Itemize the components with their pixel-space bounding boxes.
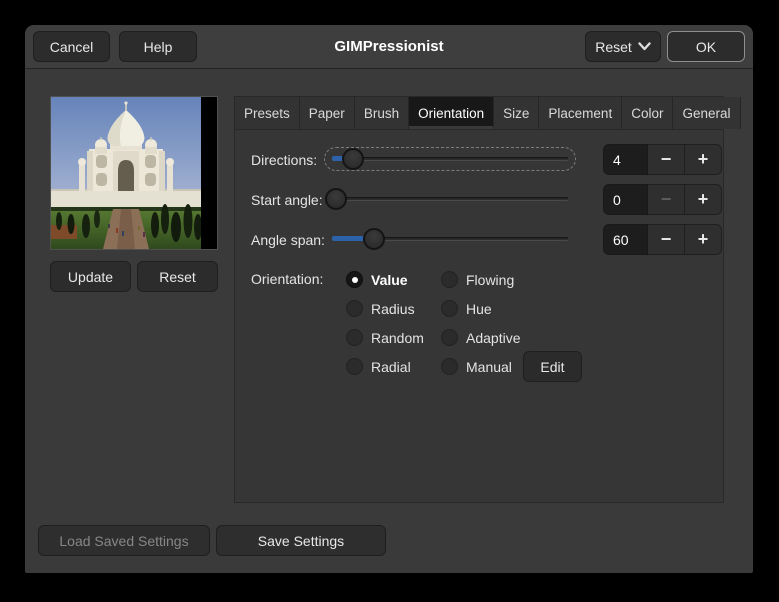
radio-button-icon xyxy=(346,329,363,346)
radio-hue[interactable]: Hue xyxy=(441,300,582,317)
radio-button-icon xyxy=(441,358,458,375)
tab-orientation[interactable]: Orientation xyxy=(409,97,495,129)
directions-row: Directions: 4 − + xyxy=(235,144,723,175)
directions-spinbutton: 4 − + xyxy=(603,144,722,175)
radio-button-icon xyxy=(346,300,363,317)
reset-menu-button[interactable]: Reset xyxy=(585,31,661,62)
cancel-button[interactable]: Cancel xyxy=(33,31,110,62)
minus-icon[interactable]: − xyxy=(648,144,685,175)
header-bar: Cancel Help GIMPressionist Reset OK xyxy=(25,25,753,69)
radio-manual[interactable]: Manual Edit xyxy=(441,351,582,383)
directions-label: Directions: xyxy=(251,151,318,168)
minus-icon[interactable]: − xyxy=(648,224,685,255)
radio-flowing[interactable]: Flowing xyxy=(441,271,582,288)
tab-paper[interactable]: Paper xyxy=(299,97,355,129)
angle-span-spinbutton: 60 − + xyxy=(603,224,722,255)
preview-actions: Update Reset xyxy=(50,261,218,292)
tab-presets[interactable]: Presets xyxy=(235,97,300,129)
taj-mahal-photo xyxy=(51,97,201,249)
angle-span-label: Angle span: xyxy=(251,231,325,248)
slider-track xyxy=(332,197,568,200)
help-button[interactable]: Help xyxy=(119,31,197,62)
slider-track xyxy=(332,157,568,160)
directions-value-entry[interactable]: 4 xyxy=(603,144,648,175)
ok-button[interactable]: OK xyxy=(667,31,745,62)
update-preview-button[interactable]: Update xyxy=(50,261,131,292)
chevron-down-icon xyxy=(638,42,651,51)
radio-button-icon xyxy=(441,300,458,317)
tab-placement[interactable]: Placement xyxy=(539,97,623,129)
radio-adaptive[interactable]: Adaptive xyxy=(441,329,582,346)
directions-slider[interactable] xyxy=(324,147,576,171)
reset-menu-label: Reset xyxy=(595,38,632,55)
radio-random[interactable]: Random xyxy=(346,329,441,346)
plus-icon[interactable]: + xyxy=(685,144,722,175)
radio-value[interactable]: Value xyxy=(346,271,441,288)
plus-icon[interactable]: + xyxy=(685,224,722,255)
slider-thumb[interactable] xyxy=(325,188,347,210)
angle-span-slider[interactable] xyxy=(324,227,576,251)
tab-brush[interactable]: Brush xyxy=(354,97,410,129)
orientation-label: Orientation: xyxy=(251,271,324,287)
plus-icon[interactable]: + xyxy=(685,184,722,215)
tab-bar: Presets Paper Brush Orientation Size Pla… xyxy=(235,97,741,130)
radio-button-icon xyxy=(346,271,363,288)
load-saved-settings-button[interactable]: Load Saved Settings xyxy=(38,525,210,556)
start-angle-spinbutton: 0 − + xyxy=(603,184,722,215)
gimpressionist-dialog: Cancel Help GIMPressionist Reset OK Upda… xyxy=(25,25,753,573)
radio-button-icon xyxy=(346,358,363,375)
slider-thumb[interactable] xyxy=(342,148,365,170)
tab-color[interactable]: Color xyxy=(622,97,674,129)
start-angle-label: Start angle: xyxy=(251,191,323,208)
preview-image xyxy=(50,96,218,250)
save-settings-button[interactable]: Save Settings xyxy=(216,525,386,556)
radio-button-icon xyxy=(441,271,458,288)
minus-icon[interactable]: − xyxy=(648,184,685,215)
radio-radius[interactable]: Radius xyxy=(346,300,441,317)
tab-general[interactable]: General xyxy=(673,97,741,129)
angle-span-value-entry[interactable]: 60 xyxy=(603,224,648,255)
radio-button-icon xyxy=(441,329,458,346)
start-angle-value-entry[interactable]: 0 xyxy=(603,184,648,215)
slider-thumb[interactable] xyxy=(362,228,385,250)
reset-preview-button[interactable]: Reset xyxy=(137,261,218,292)
radio-radial[interactable]: Radial xyxy=(346,358,441,375)
angle-span-row: Angle span: 60 − + xyxy=(235,224,723,255)
start-angle-slider[interactable] xyxy=(324,187,576,211)
header-actions: Reset OK xyxy=(585,31,745,62)
tab-size[interactable]: Size xyxy=(494,97,540,129)
edit-button[interactable]: Edit xyxy=(522,351,582,382)
start-angle-row: Start angle: 0 − + xyxy=(235,184,723,215)
settings-notebook: Presets Paper Brush Orientation Size Pla… xyxy=(234,96,741,503)
orientation-radio-group: Value Flowing Radius Hue Random Adaptive xyxy=(346,265,582,383)
